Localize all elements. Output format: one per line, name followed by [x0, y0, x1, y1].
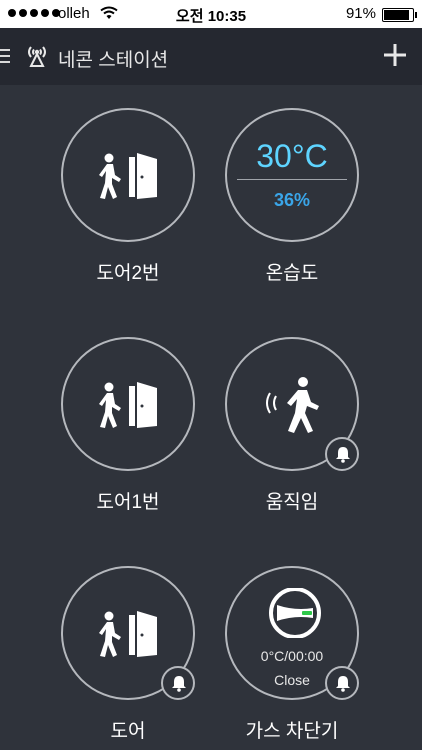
gas-valve-icon: [269, 588, 321, 638]
tile-label: 도어: [110, 721, 146, 742]
battery-icon: [382, 8, 417, 22]
notification-bell[interactable]: [161, 666, 195, 700]
device-tile-gas-valve[interactable]: 0°C/00:00 Close 가스 차단기: [222, 566, 362, 743]
device-circle[interactable]: [61, 108, 195, 242]
tile-label: 도어1번: [96, 492, 160, 513]
nav-bar: 네콘 스테이션: [0, 28, 422, 85]
device-circle[interactable]: 30°C 36%: [225, 108, 359, 242]
device-tile-door2[interactable]: 도어2번: [58, 108, 198, 285]
battery-percent: 91%: [345, 5, 376, 22]
device-tile-door[interactable]: 도어: [58, 566, 198, 743]
device-circle[interactable]: [61, 337, 195, 471]
device-circle[interactable]: [61, 566, 195, 700]
divider: [237, 179, 347, 180]
bell-icon: [336, 447, 350, 463]
tile-label: 도어2번: [96, 263, 160, 284]
device-circle[interactable]: [225, 337, 359, 471]
tile-label: 온습도: [265, 263, 319, 284]
humidity-value: 36%: [273, 190, 311, 210]
nav-title: 네콘 스테이션: [58, 50, 169, 71]
gas-valve-reading: 0°C/00:00: [260, 648, 324, 664]
device-circle[interactable]: 0°C/00:00 Close: [225, 566, 359, 700]
device-tile-thermo-hygro[interactable]: 30°C 36% 온습도: [222, 108, 362, 285]
menu-icon[interactable]: [0, 45, 12, 67]
bell-icon: [172, 676, 186, 692]
status-bar: olleh 오전 10:35 91%: [0, 0, 422, 28]
motion-person-icon: [266, 377, 319, 433]
notification-bell[interactable]: [325, 437, 359, 471]
bell-icon: [336, 676, 350, 692]
temperature-value: 30°C: [256, 138, 328, 174]
device-tile-door1[interactable]: 도어1번: [58, 337, 198, 514]
device-tile-motion[interactable]: 움직임: [222, 337, 362, 514]
door-person-icon: [99, 611, 157, 657]
add-icon[interactable]: [382, 42, 408, 68]
tile-label: 가스 차단기: [245, 721, 339, 742]
door-person-icon: [99, 382, 157, 428]
tile-label: 움직임: [265, 492, 319, 513]
station-antenna-icon: [28, 46, 46, 67]
notification-bell[interactable]: [325, 666, 359, 700]
door-person-icon: [99, 153, 157, 199]
